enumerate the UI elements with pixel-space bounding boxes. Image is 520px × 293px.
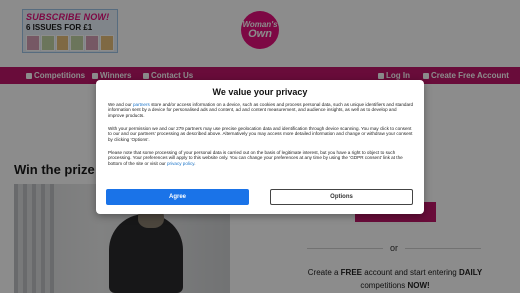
consent-p1-start: We and our — [108, 102, 133, 107]
privacy-consent-dialog: We value your privacy We and our partner… — [96, 80, 424, 214]
consent-paragraph-2: With your permission we and our 279 part… — [108, 126, 413, 142]
agree-button[interactable]: Agree — [106, 189, 249, 205]
consent-p3-start: Please note that some processing of your… — [108, 150, 403, 166]
consent-p3-end: . — [194, 160, 196, 166]
consent-paragraph-1: We and our partners store and/or access … — [108, 102, 414, 118]
consent-title: We value your privacy — [212, 87, 308, 97]
privacy-policy-link[interactable]: privacy policy — [167, 161, 194, 166]
consent-paragraph-3: Please note that some processing of your… — [108, 150, 414, 166]
options-button[interactable]: Options — [270, 189, 413, 205]
consent-p1-end: store and/or access information on a dev… — [108, 102, 414, 118]
partners-link[interactable]: partners — [133, 102, 150, 107]
